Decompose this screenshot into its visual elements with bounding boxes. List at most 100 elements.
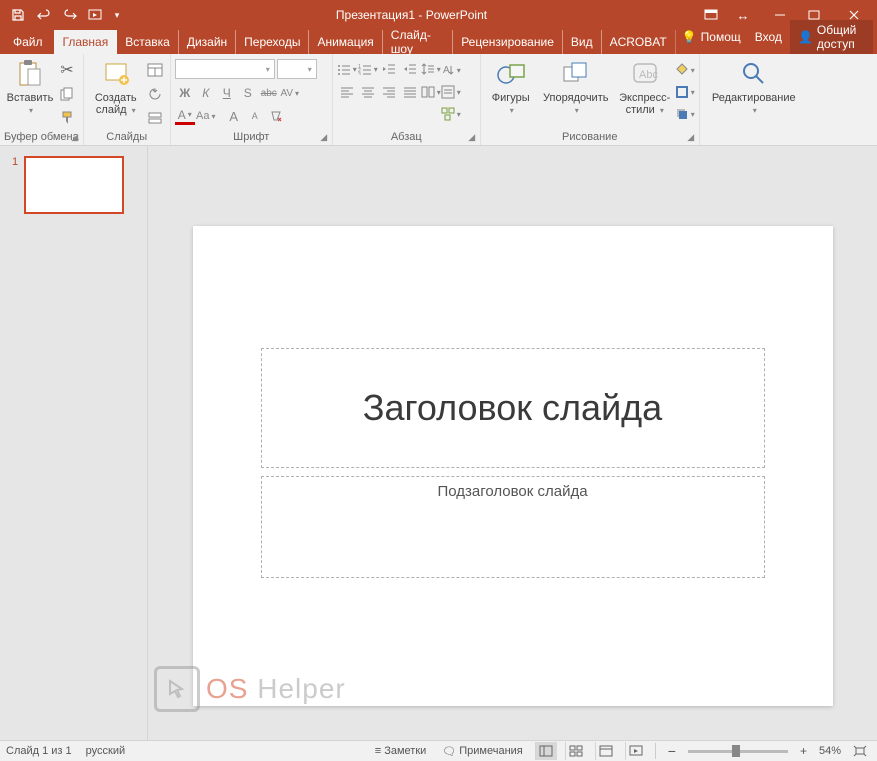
chevron-down-icon <box>573 104 579 116</box>
tab-transitions[interactable]: Переходы <box>235 30 309 54</box>
subtitle-placeholder[interactable]: Подзаголовок слайда <box>261 476 765 578</box>
save-icon[interactable] <box>6 3 30 27</box>
font-name-combo[interactable]: ▾ <box>175 59 275 79</box>
new-slide-label1: Создать <box>95 92 137 104</box>
fit-to-window-icon[interactable] <box>849 742 871 760</box>
grow-font-button[interactable]: A <box>224 106 244 126</box>
slide-counter[interactable]: Слайд 1 из 1 <box>6 745 72 757</box>
shape-effects-icon[interactable] <box>675 104 695 124</box>
font-size-combo[interactable]: ▾ <box>277 59 317 79</box>
group-label-slides: Слайды <box>88 130 166 145</box>
editing-button[interactable]: Редактирование <box>704 56 804 116</box>
thumbnail-item[interactable]: 1 <box>12 156 135 214</box>
change-case-button[interactable]: Aa <box>196 106 216 126</box>
decrease-indent-icon[interactable] <box>379 59 399 79</box>
start-from-beginning-icon[interactable] <box>84 3 108 27</box>
shapes-button[interactable]: Фигуры <box>485 56 537 116</box>
slide-canvas[interactable]: Заголовок слайда Подзаголовок слайда <box>193 226 833 706</box>
shape-outline-icon[interactable] <box>675 82 695 102</box>
new-slide-button[interactable]: Создать слайд <box>88 56 144 116</box>
justify-icon[interactable] <box>400 82 420 102</box>
tab-slideshow[interactable]: Слайд-шоу <box>382 30 453 54</box>
tab-home[interactable]: Главная <box>54 30 118 54</box>
svg-text:Abc: Abc <box>639 69 658 81</box>
language-indicator[interactable]: русский <box>86 745 125 757</box>
dialog-launcher-icon[interactable]: ◢ <box>685 131 697 143</box>
reading-view-icon[interactable] <box>595 742 617 760</box>
section-icon[interactable] <box>144 107 166 129</box>
align-left-icon[interactable] <box>337 82 357 102</box>
align-right-icon[interactable] <box>379 82 399 102</box>
align-center-icon[interactable] <box>358 82 378 102</box>
font-color-button[interactable]: A <box>175 107 195 125</box>
char-spacing-button[interactable]: AV <box>280 83 300 103</box>
sorter-view-icon[interactable] <box>565 742 587 760</box>
group-label-paragraph: Абзац <box>337 130 476 145</box>
tab-insert[interactable]: Вставка <box>116 30 179 54</box>
format-painter-icon[interactable] <box>56 107 78 129</box>
bold-button[interactable]: Ж <box>175 83 195 103</box>
increase-indent-icon[interactable] <box>400 59 420 79</box>
tab-animations[interactable]: Анимация <box>308 30 382 54</box>
text-direction-icon[interactable]: A <box>441 60 461 80</box>
dialog-launcher-icon[interactable]: ◢ <box>466 131 478 143</box>
zoom-percent[interactable]: 54% <box>819 745 841 757</box>
bullets-icon[interactable] <box>337 59 357 79</box>
tab-file[interactable]: Файл <box>3 30 55 54</box>
reset-icon[interactable] <box>144 83 166 105</box>
title-placeholder-text: Заголовок слайда <box>363 387 662 429</box>
group-editing: Редактирование <box>700 54 808 145</box>
qat-customize-icon[interactable]: ▾ <box>110 3 124 27</box>
strikethrough-button[interactable]: abc <box>259 83 279 103</box>
paste-button[interactable]: Вставить <box>4 56 56 116</box>
cut-icon[interactable]: ✂ <box>56 59 78 81</box>
zoom-out-button[interactable]: − <box>664 743 680 759</box>
group-label-drawing: Рисование <box>485 130 695 145</box>
title-placeholder[interactable]: Заголовок слайда <box>261 348 765 468</box>
watermark-os: OS <box>206 673 248 704</box>
redo-icon[interactable] <box>58 3 82 27</box>
underline-button[interactable]: Ч <box>217 83 237 103</box>
tab-view[interactable]: Вид <box>562 30 602 54</box>
italic-button[interactable]: К <box>196 83 216 103</box>
copy-icon[interactable] <box>56 83 78 105</box>
signin-link[interactable]: Вход <box>749 30 788 44</box>
tab-acrobat[interactable]: ACROBAT <box>601 30 676 54</box>
layout-icon[interactable] <box>144 59 166 81</box>
tab-design[interactable]: Дизайн <box>178 30 236 54</box>
slide-editor[interactable]: Заголовок слайда Подзаголовок слайда OS … <box>148 146 877 740</box>
thumbnail-pane[interactable]: 1 <box>0 146 148 740</box>
arrange-button[interactable]: Упорядочить <box>537 56 615 116</box>
quick-styles-button[interactable]: Abc Экспресс- стили <box>615 56 675 116</box>
shape-fill-icon[interactable] <box>675 60 695 80</box>
zoom-slider[interactable] <box>688 750 788 753</box>
shadow-button[interactable]: S <box>238 83 258 103</box>
smartart-icon[interactable] <box>441 104 461 124</box>
tab-review[interactable]: Рецензирование <box>452 30 563 54</box>
zoom-slider-thumb[interactable] <box>732 745 740 757</box>
group-paragraph: 123 A Абзац ◢ <box>333 54 481 145</box>
lightbulb-icon: 💡 <box>682 30 697 44</box>
numbering-icon[interactable]: 123 <box>358 59 378 79</box>
share-button[interactable]: 👤Общий доступ <box>790 20 873 54</box>
shapes-label: Фигуры <box>492 92 530 104</box>
ribbon-tabstrip: Файл Главная Вставка Дизайн Переходы Ани… <box>0 30 877 54</box>
dialog-launcher-icon[interactable]: ◢ <box>69 131 81 143</box>
undo-icon[interactable] <box>32 3 56 27</box>
slideshow-view-icon[interactable] <box>625 742 647 760</box>
document-title: Презентация1 - PowerPoint <box>124 8 699 22</box>
columns-icon[interactable] <box>421 82 441 102</box>
watermark: OS Helper <box>154 666 346 712</box>
comments-label: Примечания <box>459 745 523 757</box>
clear-formatting-icon[interactable] <box>266 106 286 126</box>
align-text-icon[interactable] <box>441 82 461 102</box>
comments-button[interactable]: 🗨Примечания <box>438 745 526 758</box>
normal-view-icon[interactable] <box>535 742 557 760</box>
notes-button[interactable]: ≡Заметки <box>371 745 431 757</box>
line-spacing-icon[interactable] <box>421 59 441 79</box>
dialog-launcher-icon[interactable]: ◢ <box>318 131 330 143</box>
tell-me[interactable]: 💡Помощ <box>676 30 747 44</box>
zoom-in-button[interactable]: + <box>796 744 811 758</box>
shrink-font-button[interactable]: A <box>245 106 265 126</box>
thumbnail-preview[interactable] <box>24 156 124 214</box>
